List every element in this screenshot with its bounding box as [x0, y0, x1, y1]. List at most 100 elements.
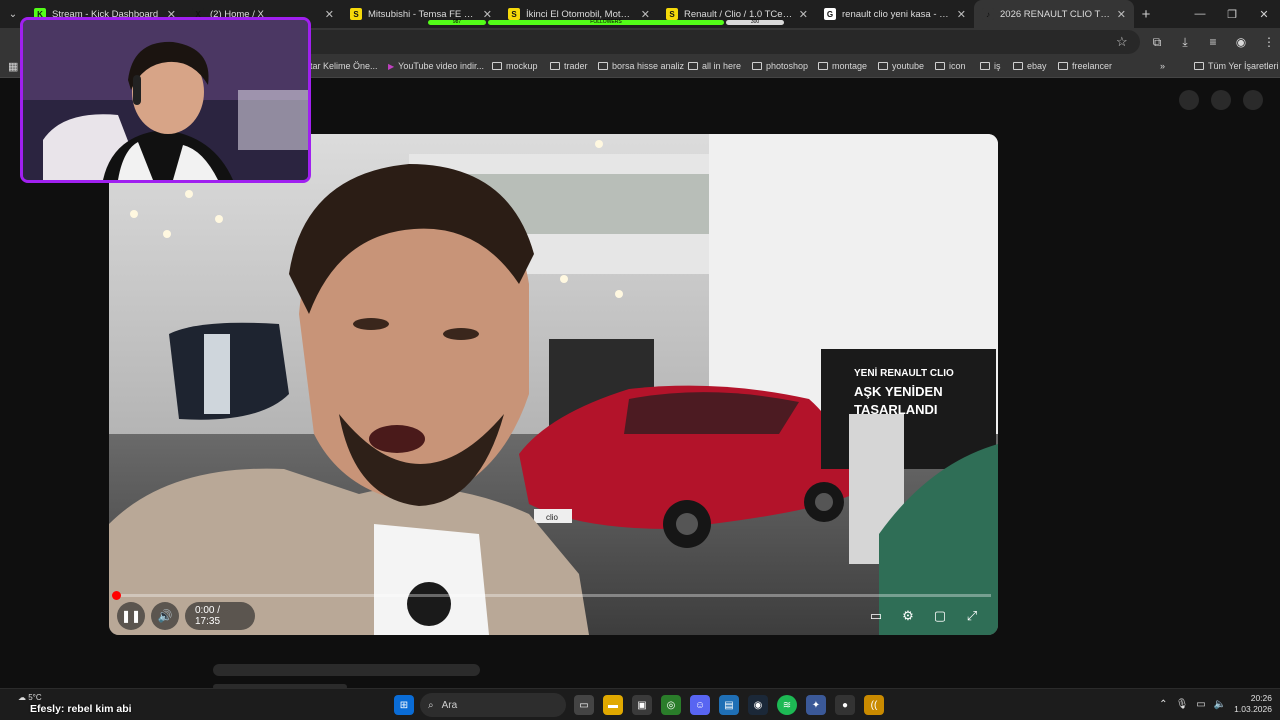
- search-icon: ⌕: [428, 699, 434, 711]
- obs-icon[interactable]: ●: [835, 695, 855, 715]
- steam-icon[interactable]: ◉: [748, 695, 768, 715]
- extensions-icon[interactable]: ⧉: [1148, 31, 1166, 53]
- bookmark-item[interactable]: trader: [550, 61, 588, 71]
- settings-button[interactable]: ⚙: [896, 604, 920, 628]
- bookmark-item[interactable]: mockup: [492, 61, 538, 71]
- tab-favicon-icon: S: [666, 8, 678, 20]
- bookmark-item[interactable]: youtube: [878, 61, 924, 71]
- bookmark-item[interactable]: ebay: [1013, 61, 1047, 71]
- pause-button[interactable]: ❚❚: [117, 602, 145, 630]
- webcam-frame: [23, 20, 308, 180]
- spotify-icon[interactable]: ≋: [777, 695, 797, 715]
- subtitles-button[interactable]: ▭: [864, 604, 888, 628]
- action-button-placeholder[interactable]: [1179, 90, 1199, 110]
- bookmark-item[interactable]: montage: [818, 61, 867, 71]
- folder-icon: [550, 62, 560, 70]
- app-icon[interactable]: ✦: [806, 695, 826, 715]
- bookmark-star-icon[interactable]: ☆: [1116, 34, 1128, 50]
- taskbar: ☁ 5°C Efesly: rebel kim abi ⊞ ⌕ Ara ▭ ▬ …: [0, 688, 1280, 720]
- all-bookmarks-link[interactable]: Tüm Yer İşaretleri: [1194, 61, 1279, 71]
- audio-app-icon[interactable]: ((: [864, 695, 884, 715]
- folder-icon: [1013, 62, 1023, 70]
- browser-menu-icon[interactable]: ⋮: [1260, 31, 1278, 53]
- new-tab-button[interactable]: +: [1134, 6, 1158, 23]
- bookmark-label: youtube: [892, 61, 925, 71]
- microphone-icon[interactable]: 🎙: [1176, 699, 1189, 710]
- time-display: 0:00 / 17:35: [185, 602, 255, 630]
- bookmark-label: mockup: [506, 61, 538, 71]
- browser-tab[interactable]: ♪ 2026 RENAULT CLIO TÜRKİ... ✕: [974, 0, 1134, 28]
- bookmarks-overflow-icon[interactable]: »: [1160, 61, 1165, 71]
- tab-favicon-icon: S: [350, 8, 362, 20]
- discord-icon[interactable]: ☺: [690, 695, 710, 715]
- bookmark-label: borsa hisse analiz: [612, 61, 685, 71]
- bookmark-label: YouTube video indir...: [398, 61, 485, 71]
- bookmark-label: freelancer: [1072, 61, 1113, 71]
- bookmark-label: trader: [564, 61, 588, 71]
- webcam-overlay: [20, 17, 311, 183]
- browser-tab[interactable]: Grenault clio yeni kasa - Google... ✕: [816, 0, 974, 28]
- apps-grid-icon[interactable]: ▦: [8, 60, 18, 73]
- tab-title: Renault / Clio / 1.0 TCe / Techn...: [684, 8, 793, 20]
- photos-icon[interactable]: ▤: [719, 695, 739, 715]
- progress-scrubber[interactable]: [112, 591, 121, 600]
- bookmark-item[interactable]: iş: [980, 61, 1001, 71]
- tab-favicon-icon: G: [824, 8, 836, 20]
- taskbar-search[interactable]: ⌕ Ara: [420, 693, 566, 717]
- youtube-icon: ▶: [388, 61, 395, 71]
- bookmark-item[interactable]: freelancer: [1058, 61, 1112, 71]
- bookmark-label: all in here: [702, 61, 742, 71]
- bookmark-label: ahtar Kelime Öne...: [300, 61, 378, 71]
- chrome-icon[interactable]: ◎: [661, 695, 681, 715]
- sign-line-2: AŞK YENİDEN: [854, 384, 943, 399]
- speaker-icon[interactable]: 🔈: [1214, 699, 1226, 710]
- mute-button[interactable]: 🔊: [151, 602, 179, 630]
- chat-username: Efesly:: [30, 703, 65, 715]
- close-window-icon[interactable]: ✕: [1248, 0, 1280, 28]
- tab-close-icon[interactable]: ✕: [799, 8, 808, 21]
- folder-icon: [688, 62, 698, 70]
- bookmark-item[interactable]: borsa hisse analiz: [598, 61, 684, 71]
- task-view-icon[interactable]: ▭: [574, 695, 594, 715]
- media-controls-icon[interactable]: ≡: [1204, 31, 1222, 53]
- minimize-icon[interactable]: —: [1184, 0, 1216, 28]
- store-icon[interactable]: ▣: [632, 695, 652, 715]
- weather-icon: ☁: [18, 693, 26, 702]
- bookmark-label: ebay: [1027, 61, 1047, 71]
- video-player[interactable]: clio YENİ RENAULT CLIO AŞK YENİDEN TASAR…: [109, 134, 998, 635]
- download-icon[interactable]: ⤓: [1176, 31, 1194, 53]
- fullscreen-button[interactable]: ⤢: [960, 604, 984, 628]
- file-explorer-icon[interactable]: ▬: [603, 695, 623, 715]
- clock[interactable]: 20:26 1.03.2026: [1234, 693, 1272, 715]
- tab-close-icon[interactable]: ✕: [483, 8, 492, 21]
- restore-icon[interactable]: ❐: [1216, 0, 1248, 28]
- action-button-placeholder[interactable]: [1211, 90, 1231, 110]
- bookmark-item[interactable]: ▶ YouTube video indir...: [388, 61, 484, 71]
- overlay-right-stat: 300: [726, 20, 784, 25]
- bookmark-item[interactable]: icon: [935, 61, 966, 71]
- bookmark-label: photoshop: [766, 61, 809, 71]
- video-progress-bar[interactable]: [112, 591, 991, 600]
- theater-mode-button[interactable]: ▢: [928, 604, 952, 628]
- video-frame: clio YENİ RENAULT CLIO AŞK YENİDEN TASAR…: [109, 134, 998, 635]
- bookmark-item[interactable]: photoshop: [752, 61, 808, 71]
- tab-favicon-icon: ♪: [982, 8, 994, 20]
- tab-close-icon[interactable]: ✕: [1117, 8, 1126, 21]
- title-placeholder: [213, 664, 480, 676]
- profile-avatar[interactable]: ◉: [1232, 31, 1250, 53]
- stream-chat-message: Efesly: rebel kim abi: [30, 703, 132, 715]
- folder-icon: [492, 62, 502, 70]
- display-icon[interactable]: ▭: [1196, 699, 1205, 710]
- bookmark-item[interactable]: all in here: [688, 61, 741, 71]
- folder-icon: [1058, 62, 1068, 70]
- tab-close-icon[interactable]: ✕: [325, 8, 334, 21]
- tab-close-icon[interactable]: ✕: [957, 8, 966, 21]
- volume-icon: 🔊: [157, 609, 173, 623]
- tab-close-icon[interactable]: ✕: [641, 8, 650, 21]
- start-windows-icon[interactable]: ⊞: [394, 695, 414, 715]
- pause-icon: ❚❚: [120, 609, 142, 623]
- folder-icon: [818, 62, 828, 70]
- tray-overflow-icon[interactable]: ⌃: [1159, 699, 1167, 710]
- action-button-placeholder[interactable]: [1243, 90, 1263, 110]
- weather-widget[interactable]: ☁ 5°C: [18, 693, 42, 702]
